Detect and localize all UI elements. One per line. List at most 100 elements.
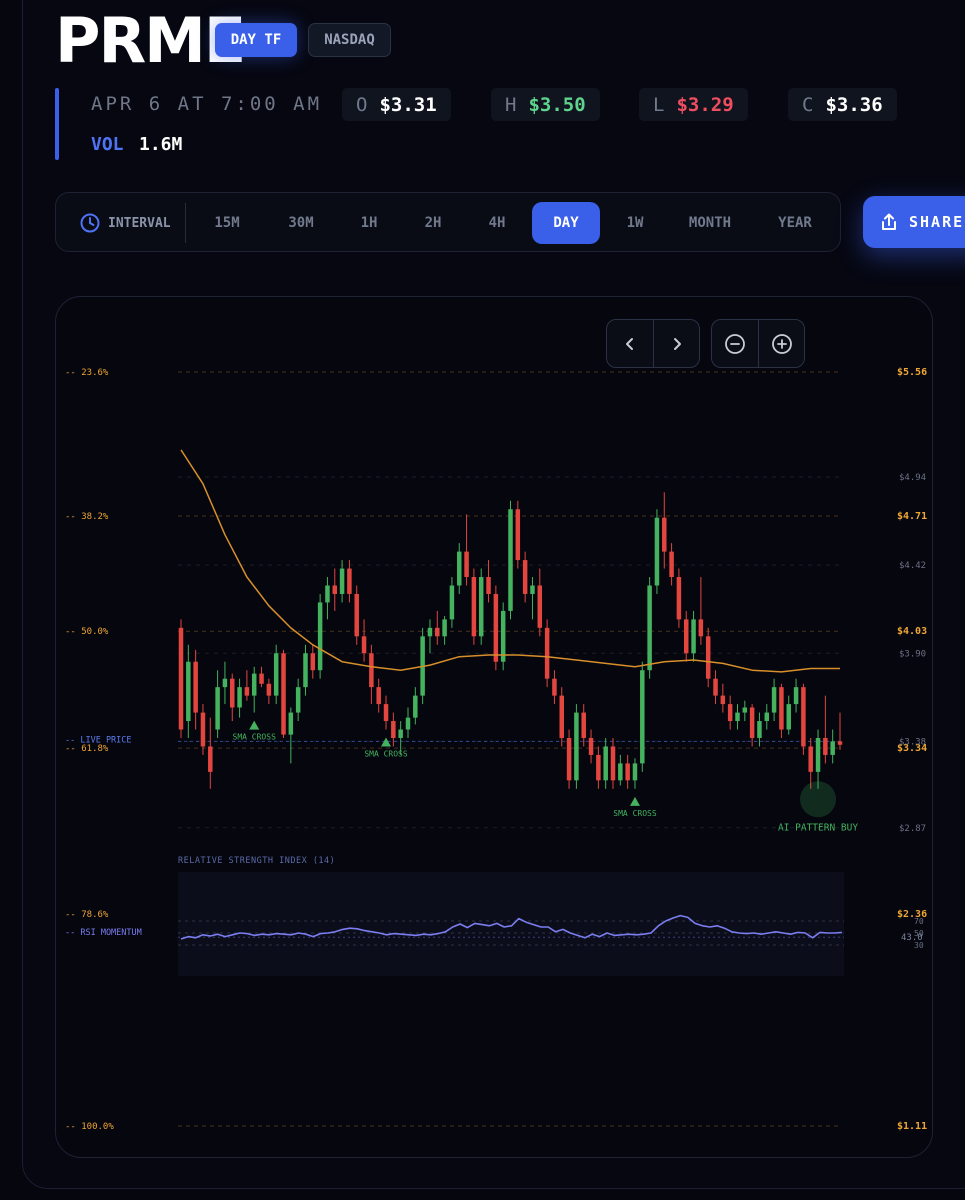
sma-cross-label: SMA CROSS (613, 809, 657, 818)
fib-level-label: -- 78.6% (65, 910, 109, 920)
exchange-badge: NASDAQ (308, 23, 391, 57)
zoom-out-button[interactable] (712, 320, 758, 367)
chevron-left-icon (626, 337, 633, 350)
volume-label: VOL (91, 134, 124, 155)
close-label: C (802, 93, 814, 116)
pan-right-button[interactable] (653, 320, 699, 367)
interval-4h[interactable]: 4H (479, 202, 515, 244)
candle-body (230, 678, 235, 708)
fib-price-label: $1.11 (897, 1121, 927, 1132)
low-value: $3.29 (676, 93, 734, 116)
candle-body (662, 517, 667, 552)
interval-30m[interactable]: 30M (276, 202, 326, 244)
share-icon (882, 213, 896, 230)
candle-body (303, 653, 308, 688)
candle-body (427, 627, 433, 637)
candle-body (500, 610, 506, 662)
candle-body (332, 585, 338, 594)
candle-body (464, 551, 469, 578)
candle-body (398, 729, 403, 738)
close-value: $3.36 (825, 93, 883, 116)
close-stat: C $3.36 (788, 88, 897, 121)
interval-15m[interactable]: 15M (204, 202, 250, 244)
fib-level-label: -- 38.2% (65, 512, 109, 522)
chart-card: -- 23.6% $5.56 -- 38.2% $4.71 -- 50.0% $4.03 -… (55, 296, 933, 1158)
candle-body (178, 627, 184, 730)
candle-body (581, 712, 586, 738)
fib-level-label: -- 50.0% (65, 627, 109, 637)
candle-body (200, 712, 206, 747)
interval-month[interactable]: MONTH (679, 202, 741, 244)
candle-body (273, 653, 279, 696)
open-label: O (356, 93, 368, 116)
sma-cross-marker-icon (629, 796, 640, 806)
candle-body (801, 687, 806, 747)
candle-body (830, 741, 835, 755)
candle-body (486, 577, 491, 594)
zoom-out-icon (725, 333, 745, 354)
live-price-label: -- LIVE PRICE (65, 735, 132, 745)
high-label: H (505, 93, 517, 116)
interval-1w[interactable]: 1W (615, 202, 655, 244)
open-value: $3.31 (379, 93, 437, 116)
candle-body (508, 509, 513, 611)
high-stat: H $3.50 (491, 88, 600, 121)
open-stat: O $3.31 (342, 88, 451, 121)
pan-left-button[interactable] (607, 320, 653, 367)
price-chart[interactable]: -- 23.6% $5.56 -- 38.2% $4.71 -- 50.0% $4.03 -… (56, 297, 933, 1158)
bar-datetime: APR 6 AT 7:00 AM (91, 93, 323, 115)
price-axis-tick: $4.94 (899, 473, 926, 483)
candle-body (186, 661, 191, 722)
low-label: L (653, 93, 665, 116)
interval-year[interactable]: YEAR (768, 202, 822, 244)
info-accent-bar (55, 88, 59, 160)
interval-label: INTERVAL (108, 215, 171, 231)
candle-body (376, 687, 381, 705)
timeframe-badge: DAY TF (215, 23, 297, 57)
candle-body (596, 754, 601, 781)
candle-body (757, 721, 762, 738)
candle-body (471, 577, 477, 637)
candle-body (823, 737, 828, 755)
pan-controls (606, 319, 700, 368)
candle-body (442, 619, 447, 637)
candle-body (698, 619, 704, 637)
candle-body (771, 687, 777, 713)
candle-body (339, 568, 345, 594)
candle-body (251, 673, 257, 696)
sma-cross-label: SMA CROSS (233, 733, 277, 742)
candle-body (603, 746, 608, 781)
rsi-panel-background (178, 872, 844, 976)
candle-body (654, 517, 660, 586)
candle-body (618, 763, 623, 781)
candle-body (259, 673, 264, 684)
candle-body (669, 551, 674, 578)
candle-body (837, 741, 843, 745)
fib-price-label: $5.56 (897, 367, 927, 378)
candle-body (208, 746, 213, 772)
zoom-in-button[interactable] (758, 320, 804, 367)
high-value: $3.50 (528, 93, 586, 116)
interval-2h[interactable]: 2H (415, 202, 451, 244)
interval-divider (185, 203, 186, 243)
candle-body (640, 670, 645, 764)
sma-cross-label: SMA CROSS (364, 750, 408, 759)
candle-body (383, 704, 389, 722)
candle-body (449, 585, 455, 620)
chevron-right-icon (673, 337, 681, 350)
interval-day[interactable]: DAY (532, 202, 600, 244)
candle-body (522, 560, 528, 594)
candle-body (574, 712, 579, 781)
candle-body (610, 746, 616, 781)
fib-level-label: -- 23.6% (65, 368, 109, 378)
candle-body (705, 636, 711, 679)
price-axis-tick: $3.38 (899, 737, 926, 747)
candle-body (317, 602, 323, 671)
share-button[interactable]: SHARE (863, 196, 965, 248)
candle-body (735, 712, 740, 722)
candle-body (193, 661, 198, 713)
candle-body (749, 707, 755, 738)
fib-level-label: -- 61.8% (65, 744, 109, 754)
candle-body (478, 577, 484, 637)
interval-1h[interactable]: 1H (351, 202, 387, 244)
